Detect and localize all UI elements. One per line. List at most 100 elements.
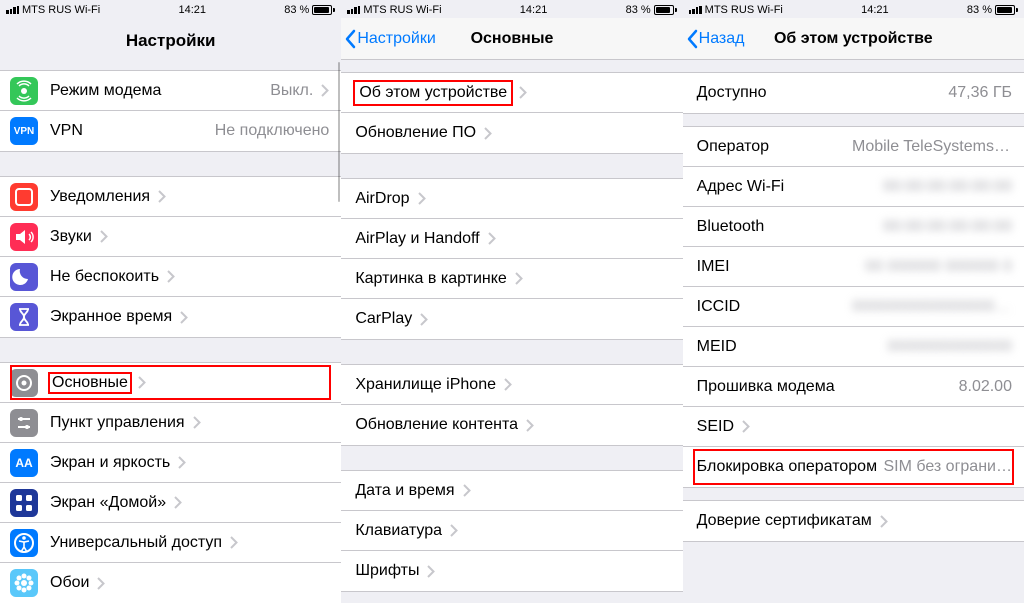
settings-row[interactable]: Картинка в картинке (341, 259, 682, 299)
settings-row[interactable]: AA Экран и яркость (0, 443, 341, 483)
about-list: Доступно47,36 ГБ Оператор Mobile TeleSyste… (683, 60, 1024, 603)
back-button[interactable]: Назад (687, 29, 745, 49)
row-label: Не беспокоить (50, 268, 159, 286)
chevron-right-icon (484, 127, 492, 140)
row-label: MEID (697, 338, 737, 356)
row-label: Экран и яркость (50, 454, 170, 472)
back-label: Назад (699, 30, 745, 48)
chevron-right-icon (230, 536, 238, 549)
settings-row[interactable]: Дата и время (341, 471, 682, 511)
general-list: Об этом устройстве Обновление ПО AirDrop Ai… (341, 60, 682, 603)
signal-icon (347, 6, 360, 15)
settings-row[interactable]: IMEI00 000000 000000 0 (683, 247, 1024, 287)
access-icon (10, 529, 38, 557)
chevron-right-icon (158, 190, 166, 203)
row-value: 00000000000000 (887, 338, 1012, 356)
hourglass-icon (10, 303, 38, 331)
clock: 14:21 (861, 4, 889, 16)
settings-row[interactable]: Адрес Wi-Fi00:00:00:00:00:00 (683, 167, 1024, 207)
settings-row[interactable]: Хранилище iPhone (341, 365, 682, 405)
chevron-right-icon (167, 270, 175, 283)
row-label: Оператор (697, 138, 769, 156)
settings-row[interactable]: Оператор Mobile TeleSystems 41.7.9 (683, 127, 1024, 167)
row-label: Обои (50, 574, 89, 592)
settings-row[interactable]: VPNVPNНе подключено (0, 111, 341, 151)
settings-row[interactable]: CarPlay (341, 299, 682, 339)
settings-row[interactable]: Блокировка операторомSIM без ограни… (683, 447, 1024, 487)
settings-row[interactable]: AirPlay и Handoff (341, 219, 682, 259)
settings-row[interactable]: Клавиатура (341, 511, 682, 551)
back-button[interactable]: Настройки (345, 29, 435, 49)
settings-row[interactable]: MEID 00000000000000 (683, 327, 1024, 367)
chevron-left-icon (345, 29, 357, 49)
settings-row[interactable]: Пункт управления (0, 403, 341, 443)
chevron-right-icon (321, 84, 329, 97)
battery-icon (654, 5, 677, 15)
row-label: Bluetooth (697, 218, 765, 236)
row-label: Об этом устройстве (353, 80, 513, 106)
settings-row[interactable]: Не беспокоить (0, 257, 341, 297)
about-screen: MTS RUS Wi-Fi 14:21 83 % Назад Об этом у… (683, 0, 1024, 603)
chevron-right-icon (450, 524, 458, 537)
settings-row[interactable]: AirDrop (341, 179, 682, 219)
page-title: Об этом устройстве (774, 30, 933, 48)
settings-row[interactable]: Доступно47,36 ГБ (683, 73, 1024, 113)
row-label: Шрифты (355, 562, 419, 580)
settings-row[interactable]: Экранное время (0, 297, 341, 337)
row-label: Обновление контента (355, 416, 518, 434)
speaker-icon (10, 223, 38, 251)
settings-screen: MTS RUS Wi-Fi 14:21 83 % Настройки Режим… (0, 0, 341, 603)
settings-row[interactable]: Обновление контента (341, 405, 682, 445)
chevron-right-icon (418, 192, 426, 205)
carrier-label: MTS RUS Wi-Fi (363, 4, 441, 16)
scrollbar[interactable] (338, 62, 341, 202)
settings-group: Об этом устройстве Обновление ПО (341, 72, 682, 154)
row-value: 8.02.00 (959, 378, 1012, 396)
nav-bar: Настройки (0, 18, 341, 58)
settings-row[interactable]: Шрифты (341, 551, 682, 591)
settings-row[interactable]: Универсальный доступ (0, 523, 341, 563)
chevron-right-icon (515, 272, 523, 285)
carrier-label: MTS RUS Wi-Fi (705, 4, 783, 16)
row-label: Универсальный доступ (50, 534, 222, 552)
chevron-right-icon (178, 456, 186, 469)
page-title: Настройки (126, 31, 216, 51)
status-bar: MTS RUS Wi-Fi 14:21 83 % (341, 0, 682, 18)
row-label: AirPlay и Handoff (355, 230, 479, 248)
row-label: Хранилище iPhone (355, 376, 496, 394)
settings-row[interactable]: Уведомления (0, 177, 341, 217)
settings-row[interactable]: Обновление ПО (341, 113, 682, 153)
settings-row[interactable]: Звуки (0, 217, 341, 257)
settings-row[interactable]: Доверие сертификатам (683, 501, 1024, 541)
settings-group: Хранилище iPhone Обновление контента (341, 364, 682, 446)
battery-percent: 83 % (284, 4, 309, 16)
row-label: Доступно (697, 84, 767, 102)
chevron-right-icon (420, 313, 428, 326)
nav-bar: Настройки Основные (341, 18, 682, 60)
settings-row[interactable]: Режим модемаВыкл. (0, 71, 341, 111)
row-value: Mobile TeleSystems 41.7.9 (852, 138, 1012, 156)
chevron-right-icon (138, 376, 146, 389)
vpn_text-icon: VPN (10, 117, 38, 145)
row-label: Адрес Wi-Fi (697, 178, 785, 196)
settings-row[interactable]: Об этом устройстве (341, 73, 682, 113)
row-label: VPN (50, 122, 83, 140)
settings-row[interactable]: Прошивка модема8.02.00 (683, 367, 1024, 407)
bell-icon (10, 183, 38, 211)
battery-icon (312, 5, 335, 15)
chevron-left-icon (687, 29, 699, 49)
aa-icon: AA (10, 449, 38, 477)
row-label: ICCID (697, 298, 741, 316)
battery-percent: 83 % (967, 4, 992, 16)
settings-group: Режим модемаВыкл.VPNVPNНе подключено (0, 70, 341, 152)
settings-row[interactable]: SEID (683, 407, 1024, 447)
signal-icon (6, 6, 19, 15)
settings-row[interactable]: Обои (0, 563, 341, 603)
row-label: Дата и время (355, 482, 454, 500)
chevron-right-icon (174, 496, 182, 509)
settings-row[interactable]: ICCID00000000000000000000 (683, 287, 1024, 327)
settings-row[interactable]: Bluetooth00:00:00:00:00:00 (683, 207, 1024, 247)
settings-row[interactable]: Основные (0, 363, 341, 403)
hotspot-icon (10, 77, 38, 105)
settings-row[interactable]: Экран «Домой» (0, 483, 341, 523)
